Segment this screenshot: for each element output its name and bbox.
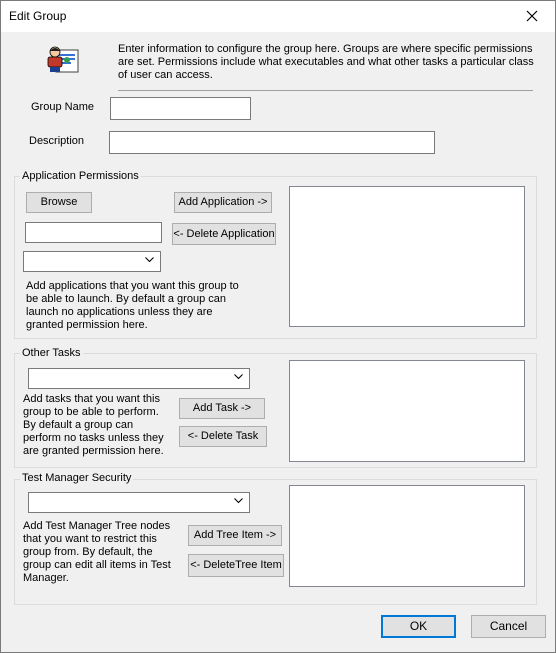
- intro-separator: [118, 90, 533, 91]
- add-task-button[interactable]: Add Task ->: [179, 398, 265, 419]
- add-application-button[interactable]: Add Application ->: [174, 192, 272, 213]
- close-button[interactable]: [509, 1, 555, 32]
- window-title: Edit Group: [9, 9, 67, 23]
- group-users-icon: [47, 46, 79, 73]
- cancel-button[interactable]: Cancel: [471, 615, 546, 638]
- other-tasks-title: Other Tasks: [20, 347, 83, 359]
- cancel-button-label: Cancel: [489, 619, 528, 633]
- delete-application-label: <- Delete Application: [173, 228, 275, 240]
- add-task-label: Add Task ->: [192, 402, 252, 414]
- delete-task-label: <- Delete Task: [187, 430, 259, 442]
- ok-button-label: OK: [409, 619, 428, 633]
- intro-text: Enter information to configure the group…: [118, 43, 534, 81]
- delete-application-button[interactable]: <- Delete Application: [172, 223, 276, 245]
- browse-button-label: Browse: [40, 196, 78, 208]
- edit-group-dialog: Edit Group Enter information to configur…: [0, 0, 556, 653]
- delete-task-button[interactable]: <- Delete Task: [179, 426, 267, 447]
- application-list[interactable]: [289, 186, 525, 327]
- test-manager-security-title: Test Manager Security: [20, 472, 134, 484]
- chevron-down-icon: [145, 257, 154, 263]
- application-help-text: Add applications that you want this grou…: [26, 280, 239, 331]
- ok-button[interactable]: OK: [381, 615, 456, 638]
- chevron-down-icon: [234, 498, 243, 504]
- tree-items-list[interactable]: [289, 485, 525, 587]
- tree-node-combo[interactable]: [28, 492, 250, 513]
- browse-button[interactable]: Browse: [26, 192, 92, 213]
- application-permissions-title: Application Permissions: [20, 170, 141, 182]
- delete-tree-item-button[interactable]: <- DeleteTree Item: [188, 554, 284, 577]
- chevron-down-icon: [234, 374, 243, 380]
- application-path-input[interactable]: [25, 222, 162, 243]
- tasks-combo[interactable]: [28, 368, 250, 389]
- tree-help-text: Add Test Manager Tree nodes that you wan…: [23, 520, 171, 584]
- group-name-input[interactable]: [110, 97, 251, 120]
- add-application-label: Add Application ->: [178, 196, 268, 208]
- group-name-label: Group Name: [31, 101, 94, 113]
- add-tree-item-button[interactable]: Add Tree Item ->: [188, 525, 282, 546]
- title-bar: Edit Group: [1, 1, 555, 32]
- add-tree-item-label: Add Tree Item ->: [193, 529, 277, 541]
- application-combo[interactable]: [23, 251, 161, 272]
- close-icon: [526, 10, 538, 22]
- tasks-list[interactable]: [289, 360, 525, 462]
- description-label: Description: [29, 135, 85, 147]
- description-input[interactable]: [109, 131, 435, 154]
- tasks-help-text: Add tasks that you want this group to be…: [23, 393, 164, 457]
- delete-tree-item-label: <- DeleteTree Item: [190, 559, 282, 571]
